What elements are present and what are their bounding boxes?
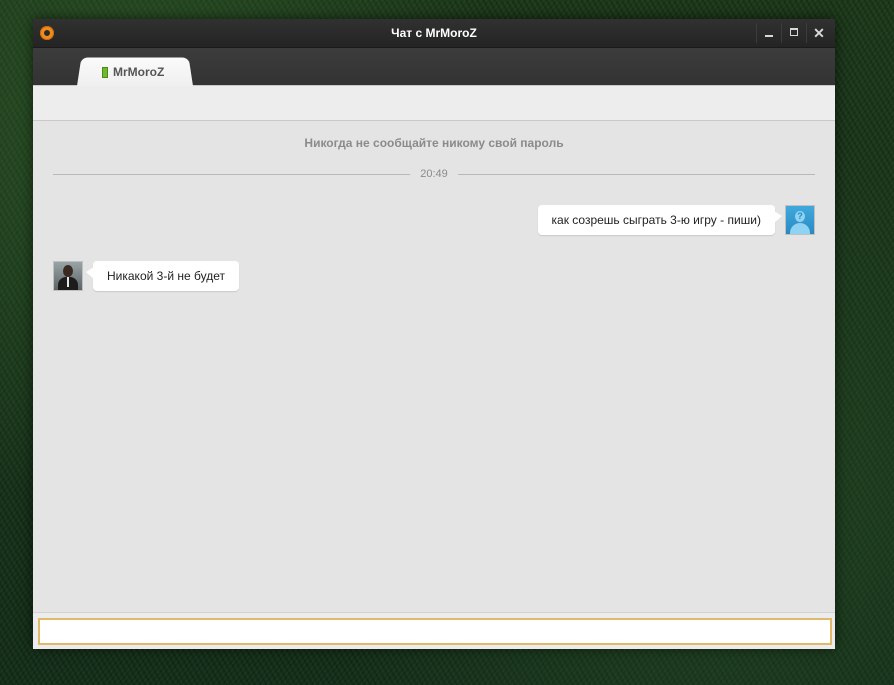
window-title: Чат с MrMoroZ [391,26,477,40]
avatar-head-shape [63,265,73,277]
message-list[interactable]: Никогда не сообщайте никому свой пароль … [33,121,835,611]
message-compose-area [33,612,835,649]
avatar-body-shape [790,223,810,234]
minimize-button[interactable] [756,23,781,43]
close-button[interactable]: ✕ [806,23,831,43]
chat-window: Чат с MrMoroZ ✕ MrMoroZ Никогда не сообщ… [33,19,835,649]
default-user-avatar-icon[interactable]: ? [785,205,815,235]
tab-label: MrMoroZ [113,65,165,79]
tab-mrmoroz-content[interactable]: MrMoroZ [102,64,164,80]
security-notice: Никогда не сообщайте никому свой пароль [304,136,564,150]
online-status-icon [102,66,108,78]
chat-toolbar [33,86,835,121]
message-input[interactable] [38,618,832,645]
maximize-button[interactable] [781,23,806,43]
outgoing-message: как созрешь сыграть 3-ю игру - пиши) [537,205,782,235]
window-controls: ✕ [756,23,831,43]
avatar-tie-shape [67,277,69,287]
question-mark-icon: ? [797,211,803,221]
contact-avatar[interactable] [53,261,83,291]
divider-line-right [458,174,815,175]
title-bar[interactable]: Чат с MrMoroZ ✕ [33,19,835,48]
incoming-message: Никакой 3-й не будет [86,261,239,291]
time-divider: 20:49 [53,167,815,181]
